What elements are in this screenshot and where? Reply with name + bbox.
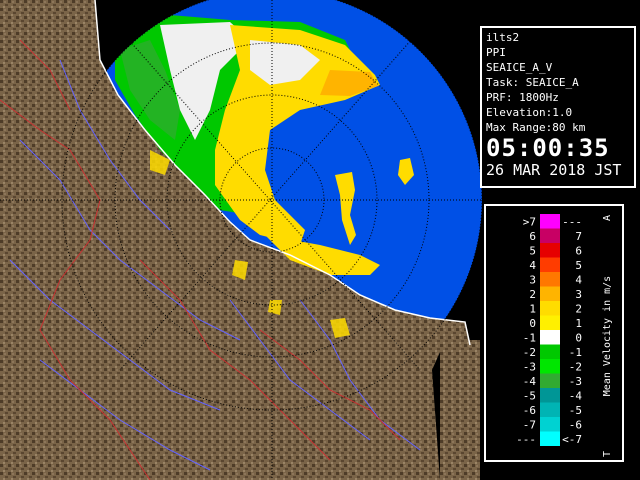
legend-right-label: 0 bbox=[575, 332, 582, 345]
legend-left-label: 3 bbox=[529, 274, 536, 287]
legend-right-label: 4 bbox=[575, 274, 582, 287]
land-area-right bbox=[440, 340, 480, 480]
site-name: ilts2 bbox=[486, 31, 520, 44]
legend-left-label: 4 bbox=[529, 259, 536, 272]
legend-left-label: 2 bbox=[529, 288, 536, 301]
legend-left-label: -5 bbox=[523, 390, 536, 403]
legend-right-label: -4 bbox=[569, 390, 583, 403]
legend-left-label: 0 bbox=[529, 317, 536, 330]
legend-right-label: 7 bbox=[575, 230, 582, 243]
scan-mode: PPI bbox=[486, 46, 506, 59]
prf-value: PRF: 1800Hz bbox=[486, 91, 559, 104]
legend-swatch bbox=[540, 257, 560, 272]
legend-right-label: -6 bbox=[569, 419, 582, 432]
legend-swatch bbox=[540, 286, 560, 301]
legend-swatch bbox=[540, 214, 560, 229]
legend-right-label: 2 bbox=[575, 303, 582, 316]
legend-right-label: <-7 bbox=[562, 433, 582, 446]
legend-swatch bbox=[540, 330, 560, 345]
legend-swatch bbox=[540, 344, 560, 359]
legend-left-label: -6 bbox=[523, 404, 536, 417]
legend-left-label: --- bbox=[516, 433, 536, 446]
scan-date: 26 MAR 2018 JST bbox=[486, 161, 622, 179]
legend-left-label: 6 bbox=[529, 230, 536, 243]
legend-title: Mean Velocity in m/s bbox=[602, 276, 613, 396]
legend-swatch bbox=[540, 431, 560, 446]
legend-swatch bbox=[540, 359, 560, 374]
legend-swatch bbox=[540, 301, 560, 316]
elevation-value: Elevation:1.0 bbox=[486, 106, 573, 119]
legend-swatch bbox=[540, 243, 560, 258]
legend-left-label: -7 bbox=[523, 419, 536, 432]
task-name: Task: SEAICE_A bbox=[486, 76, 579, 89]
legend-swatch bbox=[540, 417, 560, 432]
legend-right-label: --- bbox=[562, 216, 582, 229]
legend-swatch bbox=[540, 388, 560, 403]
legend-left-label: 1 bbox=[529, 303, 536, 316]
legend-right-label: -3 bbox=[569, 375, 582, 388]
legend-swatch bbox=[540, 373, 560, 388]
legend-right-label: -1 bbox=[569, 346, 582, 359]
legend-right-label: 5 bbox=[575, 259, 582, 272]
legend-color-scale: >7 ---6 75 64 53 42 31 20 1-1 0-2 -1-3 -2-4 -3-5 -4-6… bbox=[516, 214, 613, 457]
legend-left-label: >7 bbox=[523, 216, 536, 229]
legend-left-label: -4 bbox=[523, 375, 537, 388]
legend-swatch bbox=[540, 228, 560, 243]
legend-right-label: 1 bbox=[575, 317, 582, 330]
scan-info-panel: ilts2 PPI SEAICE_A_V Task: SEAICE_A PRF:… bbox=[480, 26, 636, 188]
velocity-legend: >7 --- 6 7 5 6 4 5 3 4 2 3 1 2 0 1 -1 0 -2 -1 -3 -2 -4 -3 -5 -4 -6… bbox=[484, 204, 624, 462]
legend-swatch bbox=[540, 402, 560, 417]
legend-corner-top: A bbox=[602, 215, 613, 221]
legend-right-label: 6 bbox=[575, 245, 582, 258]
legend-right-label: -5 bbox=[569, 404, 582, 417]
scan-time: 05:00:35 bbox=[486, 134, 610, 162]
legend-left-label: 5 bbox=[529, 245, 536, 258]
legend-swatch bbox=[540, 315, 560, 330]
legend-swatch bbox=[540, 272, 560, 287]
legend-left-label: -1 bbox=[523, 332, 536, 345]
legend-right-label: 3 bbox=[575, 288, 582, 301]
legend-right-label: -2 bbox=[569, 361, 582, 374]
product-name: SEAICE_A_V bbox=[486, 61, 553, 74]
legend-left-label: -3 bbox=[523, 361, 536, 374]
max-range-value: Max Range:80 km bbox=[486, 121, 586, 134]
legend-left-label: -2 bbox=[523, 346, 536, 359]
legend-corner-bottom: T bbox=[602, 451, 613, 457]
